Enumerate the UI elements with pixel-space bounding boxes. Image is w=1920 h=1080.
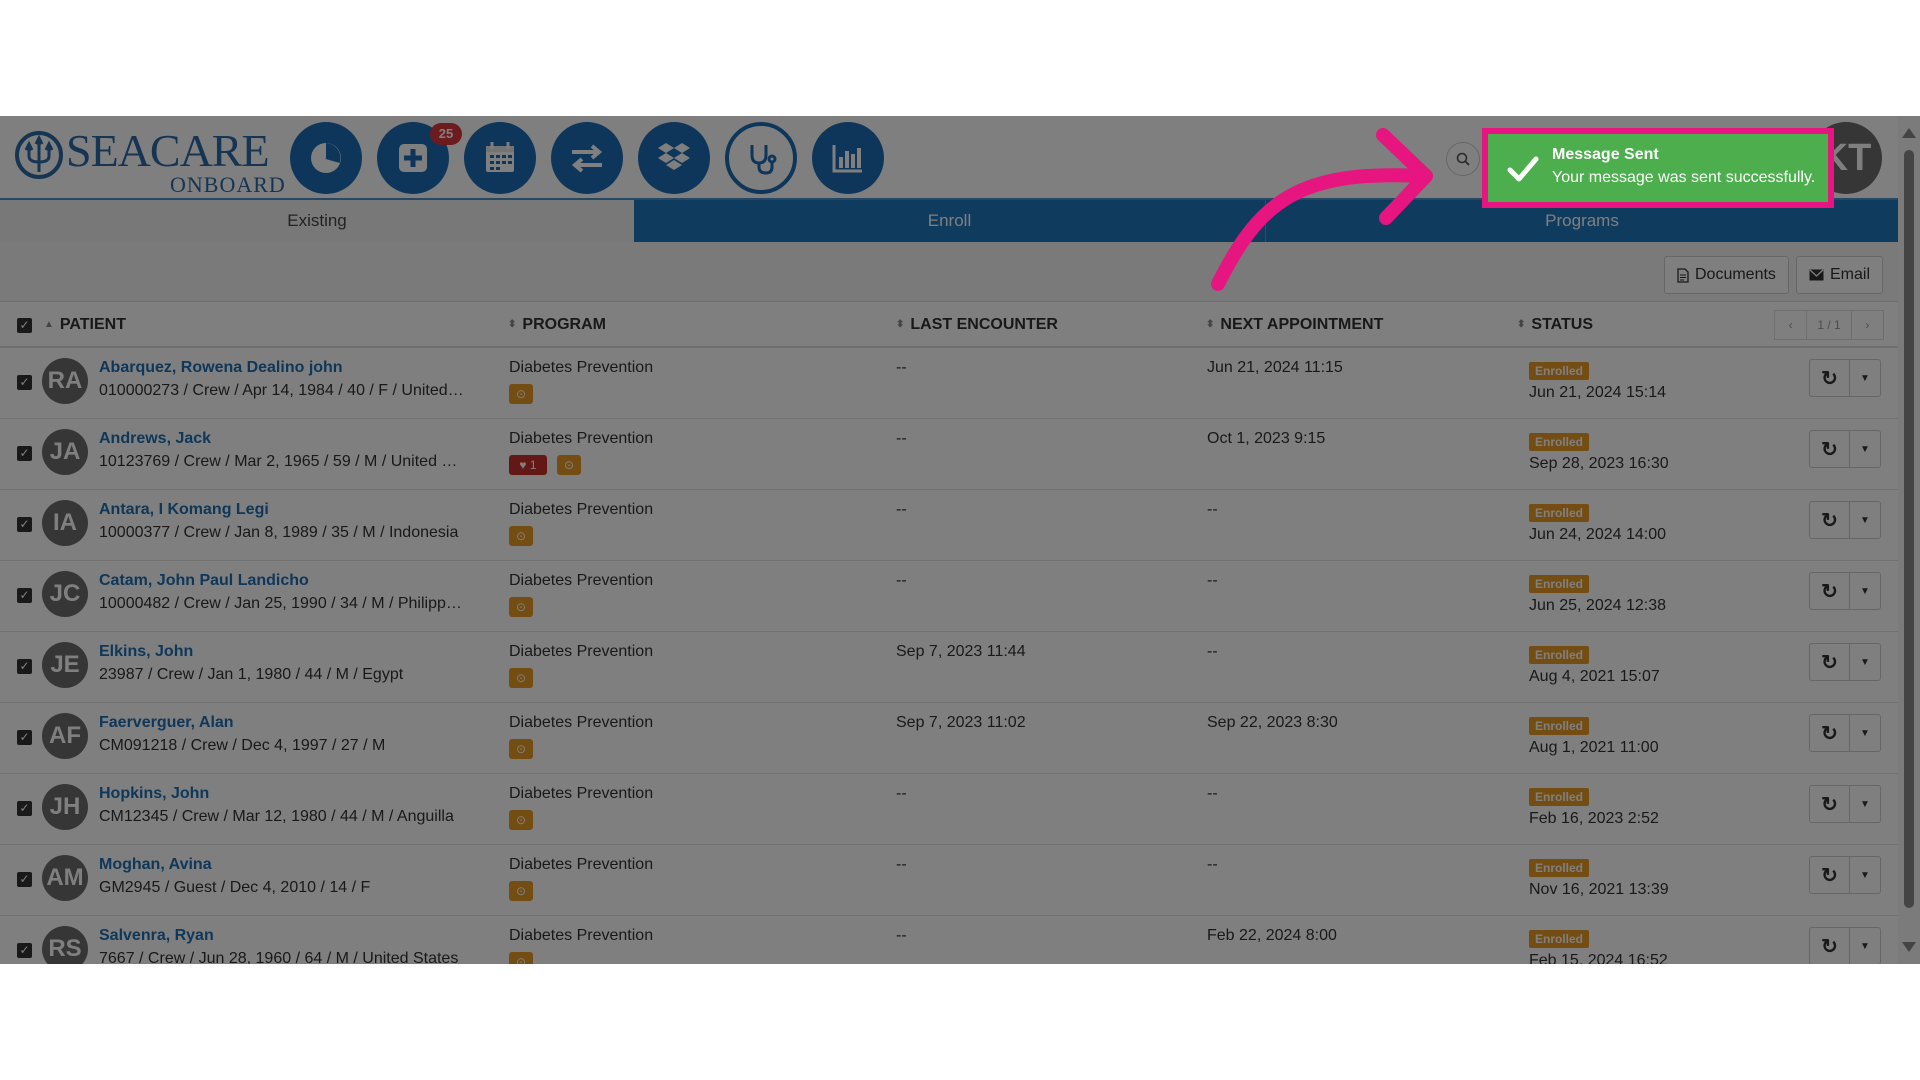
dimming-overlay — [0, 116, 1920, 964]
toast-message: Your message was sent successfully. — [1552, 169, 1816, 186]
toast-title: Message Sent — [1552, 146, 1659, 163]
screenshot-canvas: SEACARE ONBOARD 25 — [0, 0, 1920, 1080]
checkmark-icon — [1507, 156, 1539, 182]
message-sent-toast[interactable]: Message Sent Your message was sent succe… — [1482, 128, 1834, 208]
